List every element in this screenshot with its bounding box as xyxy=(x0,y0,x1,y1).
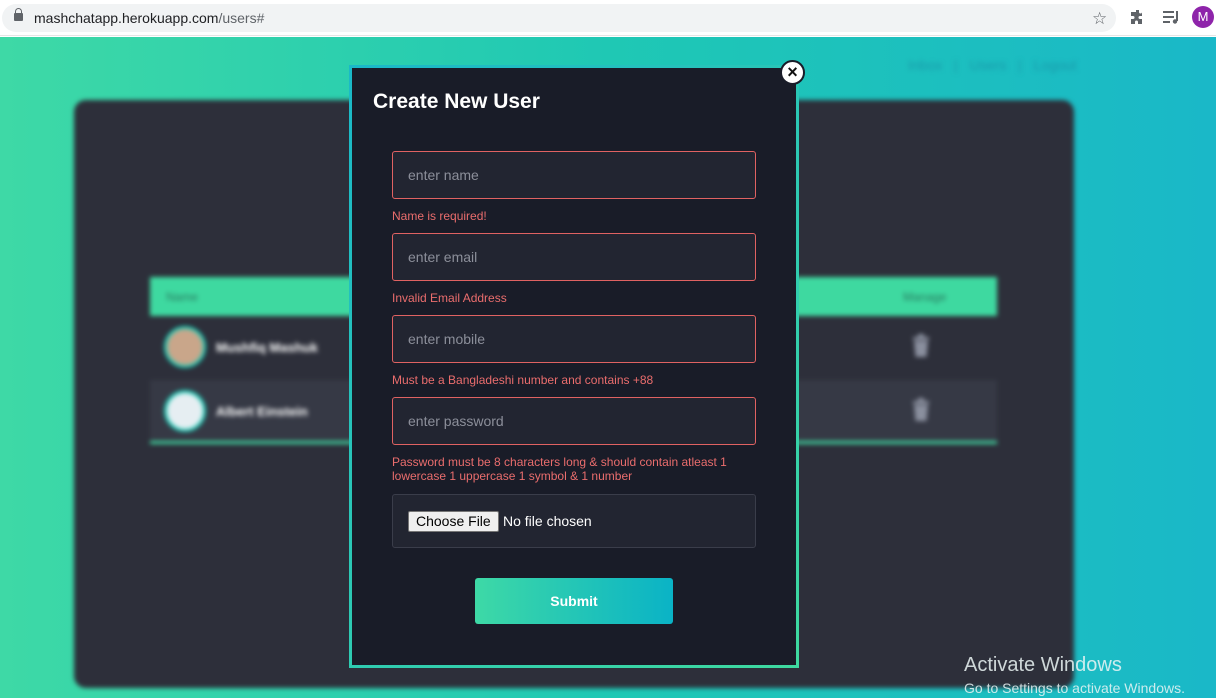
password-error: Password must be 8 characters long & sho… xyxy=(392,455,727,483)
nav-inbox-link[interactable]: Inbox xyxy=(908,57,942,73)
email-input[interactable] xyxy=(408,234,740,280)
email-field[interactable] xyxy=(392,233,756,281)
header-manage: Manage xyxy=(903,290,947,304)
url-path: /users# xyxy=(218,10,265,26)
choose-file-button[interactable]: Choose File xyxy=(408,511,499,532)
trash-icon[interactable] xyxy=(910,334,932,358)
browser-toolbar: mashchatapp.herokuapp.com/users# ☆ M xyxy=(0,0,1216,36)
nav-logout-link[interactable]: Logout xyxy=(1034,57,1077,73)
activation-watermark-title: Activate Windows xyxy=(964,654,1122,676)
modal-title: Create New User xyxy=(373,90,540,113)
profile-avatar[interactable]: M xyxy=(1192,6,1214,28)
email-error: Invalid Email Address xyxy=(392,291,507,305)
name-error: Name is required! xyxy=(392,209,487,223)
create-user-modal: Create New User × Name is required! Inva… xyxy=(349,60,805,668)
avatar xyxy=(164,326,206,368)
file-status: No file chosen xyxy=(503,513,592,529)
activation-watermark-subtitle: Go to Settings to activate Windows. xyxy=(964,680,1185,696)
extensions-icon[interactable] xyxy=(1130,9,1146,25)
mobile-field[interactable] xyxy=(392,315,756,363)
mobile-error: Must be a Bangladeshi number and contain… xyxy=(392,373,654,387)
password-input[interactable] xyxy=(408,398,740,444)
close-icon[interactable]: × xyxy=(780,60,805,85)
lock-icon[interactable] xyxy=(14,8,23,21)
header-name: Name xyxy=(166,290,199,304)
star-icon[interactable]: ☆ xyxy=(1092,10,1107,27)
url-host: mashchatapp.herokuapp.com xyxy=(34,10,219,26)
name-field[interactable] xyxy=(392,151,756,199)
user-name: Albert Einstein xyxy=(216,404,308,419)
name-input[interactable] xyxy=(408,152,740,198)
url-text[interactable]: mashchatapp.herokuapp.com/users# xyxy=(34,10,264,26)
nav-separator: | xyxy=(1018,57,1022,73)
password-field[interactable] xyxy=(392,397,756,445)
top-nav: Inbox | Users | Logout xyxy=(908,57,1084,73)
file-upload: Choose File No file chosen xyxy=(392,494,756,548)
media-queue-icon[interactable] xyxy=(1162,9,1180,25)
user-name: Mushfiq Mashuk xyxy=(216,340,318,355)
nav-users-link[interactable]: Users xyxy=(970,57,1007,73)
avatar xyxy=(164,390,206,432)
address-bar[interactable]: mashchatapp.herokuapp.com/users# ☆ xyxy=(2,4,1116,32)
trash-icon[interactable] xyxy=(910,398,932,422)
nav-separator: | xyxy=(954,57,958,73)
submit-button[interactable]: Submit xyxy=(475,578,673,624)
mobile-input[interactable] xyxy=(408,316,740,362)
